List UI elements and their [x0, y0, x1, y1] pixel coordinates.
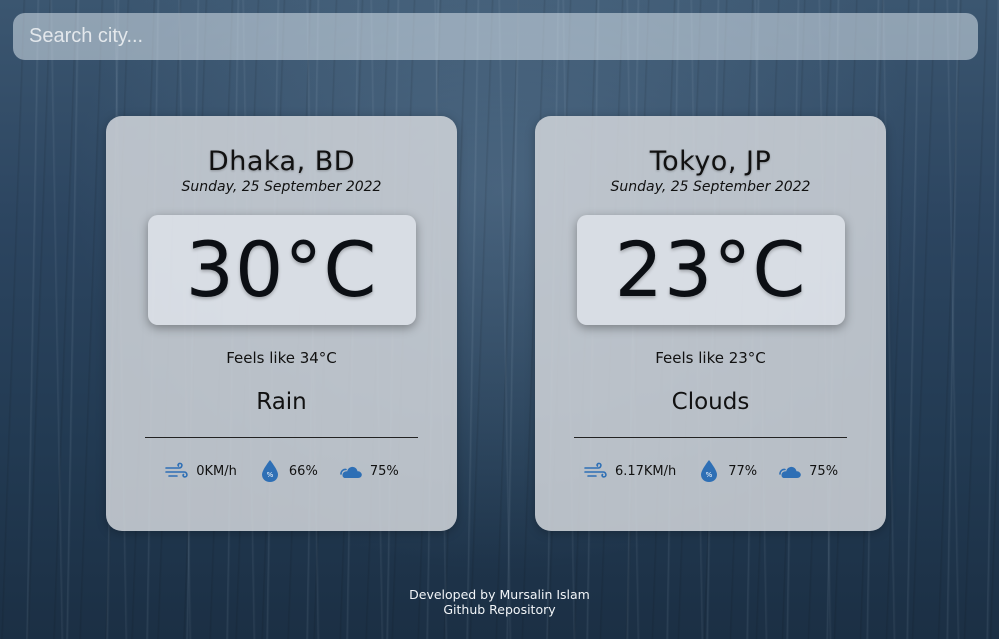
- clouds-stat: 75%: [777, 459, 838, 483]
- clouds-stat: 75%: [338, 459, 399, 483]
- weather-card: Tokyo, JP Sunday, 25 September 2022 23°C…: [535, 116, 886, 531]
- temperature-value: 30°C: [185, 225, 378, 314]
- divider: [145, 437, 418, 438]
- weather-card: Dhaka, BD Sunday, 25 September 2022 30°C…: [106, 116, 457, 531]
- wind-value: 6.17KM/h: [614, 463, 677, 479]
- divider: [574, 437, 847, 438]
- temperature-value: 23°C: [614, 225, 807, 314]
- weather-stats: 0KM/h % 66% 75%: [106, 459, 457, 483]
- wind-icon: [164, 459, 190, 483]
- developer-credit: Developed by Mursalin Islam: [409, 587, 590, 602]
- humidity-value: 66%: [288, 463, 318, 479]
- cloud-icon: [777, 459, 803, 483]
- search-input[interactable]: [13, 13, 978, 60]
- svg-text:%: %: [706, 471, 713, 479]
- feels-like-label: Feels like 23°C: [655, 349, 766, 367]
- github-repository-link[interactable]: Github Repository: [443, 602, 555, 617]
- wind-value: 0KM/h: [196, 463, 237, 479]
- feels-like-label: Feels like 34°C: [226, 349, 337, 367]
- wind-stat: 6.17KM/h: [583, 459, 676, 483]
- weather-condition: Clouds: [671, 389, 750, 415]
- city-name: Tokyo, JP: [649, 146, 772, 177]
- clouds-value: 75%: [369, 463, 399, 479]
- date-label: Sunday, 25 September 2022: [181, 179, 382, 195]
- temperature-box: 30°C: [147, 215, 416, 325]
- wind-icon: [583, 459, 609, 483]
- clouds-value: 75%: [809, 463, 839, 479]
- weather-condition: Rain: [256, 389, 307, 415]
- cloud-icon: [338, 459, 364, 483]
- footer: Developed by Mursalin Islam Github Repos…: [0, 587, 999, 617]
- humidity-drop-icon: %: [696, 459, 722, 483]
- humidity-stat: % 77%: [696, 459, 757, 483]
- date-label: Sunday, 25 September 2022: [610, 179, 811, 195]
- weather-stats: 6.17KM/h % 77% 75%: [535, 459, 886, 483]
- wind-stat: 0KM/h: [164, 459, 237, 483]
- humidity-value: 77%: [728, 463, 758, 479]
- city-name: Dhaka, BD: [207, 146, 356, 177]
- search-bar: [13, 13, 978, 60]
- humidity-stat: % 66%: [257, 459, 318, 483]
- temperature-box: 23°C: [576, 215, 845, 325]
- svg-text:%: %: [267, 471, 274, 479]
- humidity-drop-icon: %: [257, 459, 283, 483]
